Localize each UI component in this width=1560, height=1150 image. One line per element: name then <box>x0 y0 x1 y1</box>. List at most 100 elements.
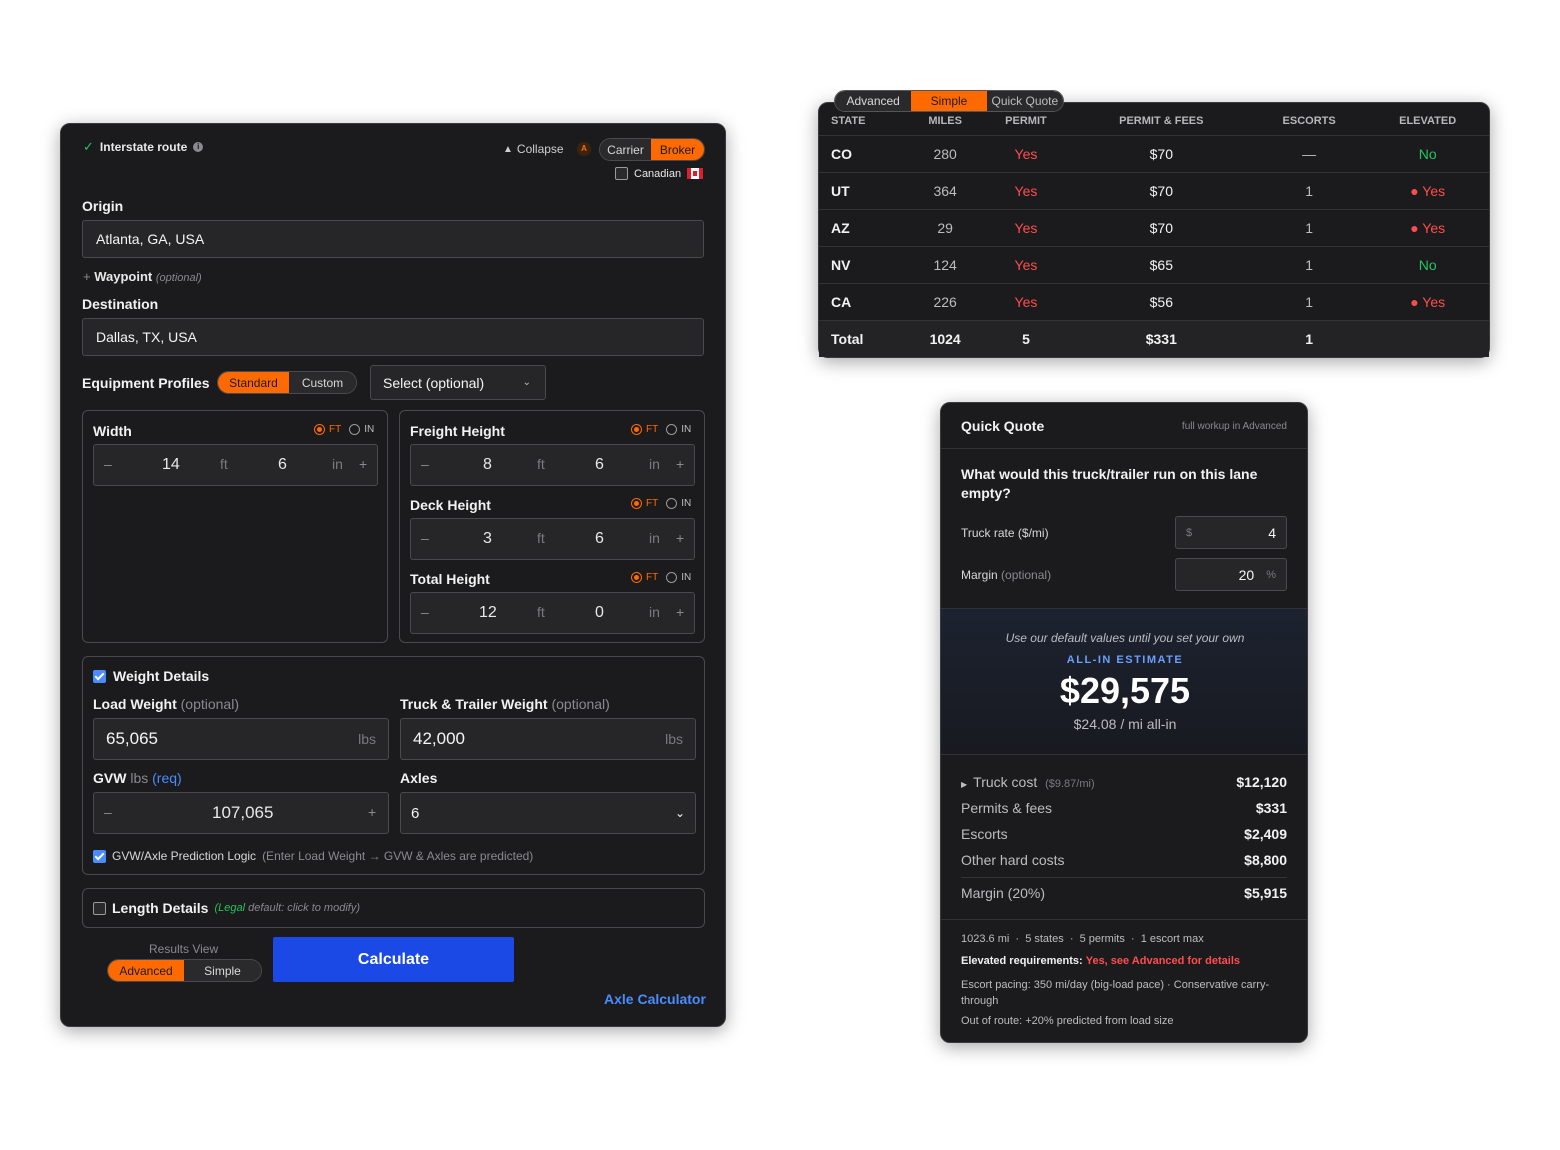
simple-option[interactable]: Simple <box>184 960 261 981</box>
total-height-stepper[interactable]: – 12 ft 0 in + <box>410 592 695 634</box>
out-of-route: Out of route: +20% predicted from load s… <box>961 1015 1174 1027</box>
decrement-button[interactable]: – <box>421 530 429 546</box>
canadian-checkbox[interactable]: Canadian <box>615 167 704 180</box>
escort-pacing: Escort pacing: 350 mi/day (big-load pace… <box>961 979 1270 1007</box>
radio-ft[interactable] <box>631 572 642 583</box>
weight-details-box: Weight Details Load Weight (optional) Tr… <box>82 656 705 875</box>
prediction-check[interactable] <box>93 849 106 863</box>
advanced-option[interactable]: Advanced <box>108 960 184 981</box>
decrement-button[interactable]: – <box>421 604 429 620</box>
increment-button[interactable]: + <box>368 804 376 820</box>
chevron-down-icon: ⌄ <box>522 377 531 388</box>
add-waypoint-button[interactable]: + Waypoint (optional) <box>83 269 202 284</box>
radio-ft[interactable] <box>631 498 642 509</box>
per-mile-value: $24.08 / mi all-in <box>1073 716 1177 732</box>
length-details-box[interactable]: Length Details (Legal default: click to … <box>82 888 705 928</box>
deck-in-input[interactable]: 6 <box>595 530 604 548</box>
advanced-mode[interactable]: Advanced <box>835 91 912 111</box>
margin-row: Margin (20%) $5,915 <box>961 885 1287 901</box>
radio-in[interactable] <box>349 424 361 435</box>
table-row: CO 280 Yes $70 — No <box>819 134 1489 172</box>
canadian-check[interactable] <box>615 167 628 180</box>
deck-height-label: Deck Height <box>410 497 491 513</box>
margin-input[interactable]: 20 % <box>1175 558 1287 591</box>
truck-rate-input[interactable]: $ 4 <box>1175 516 1287 549</box>
weight-details-check[interactable] <box>93 669 106 683</box>
destination-input[interactable]: Dallas, TX, USA <box>82 318 704 356</box>
interstate-route: ✓ Interstate route i <box>83 139 204 155</box>
radio-ft[interactable] <box>631 424 642 435</box>
length-details-toggle[interactable]: Length Details (Legal default: click to … <box>93 900 360 916</box>
equipment-profiles-label: Equipment Profiles <box>82 375 210 391</box>
profile-toggle[interactable]: Standard Custom <box>217 371 357 394</box>
radio-ft[interactable] <box>314 424 325 435</box>
quick-quote-mode[interactable]: Quick Quote <box>986 91 1063 111</box>
increment-button[interactable]: + <box>359 456 367 472</box>
width-box: Width FT IN – 14 ft 6 in + <box>82 410 388 643</box>
quick-quote-panel: Quick Quote full workup in Advanced What… <box>940 402 1308 1043</box>
total-ft-input[interactable]: 12 <box>479 604 497 622</box>
gvw-label: GVW lbs (req) <box>93 770 182 786</box>
deck-height-stepper[interactable]: – 3 ft 6 in + <box>410 518 695 560</box>
simple-mode[interactable]: Simple <box>911 91 987 111</box>
broker-option[interactable]: Broker <box>651 139 704 160</box>
freight-ft-input[interactable]: 8 <box>483 456 492 474</box>
decrement-button[interactable]: – <box>104 804 112 820</box>
weight-details-toggle[interactable]: Weight Details <box>93 668 209 684</box>
deck-ft-input[interactable]: 3 <box>483 530 492 548</box>
width-stepper[interactable]: – 14 ft 6 in + <box>93 444 378 486</box>
increment-button[interactable]: + <box>676 604 684 620</box>
prediction-logic-toggle[interactable]: GVW/Axle Prediction Logic (Enter Load We… <box>93 849 533 863</box>
table-row: UT 364 Yes $70 1 ● Yes <box>819 171 1489 209</box>
check-icon: ✓ <box>83 139 94 154</box>
custom-option[interactable]: Custom <box>288 372 356 393</box>
carrier-option[interactable]: Carrier <box>600 139 652 160</box>
destination-label: Destination <box>82 296 159 312</box>
freight-height-stepper[interactable]: – 8 ft 6 in + <box>410 444 695 486</box>
permits-row: Permits & fees $331 <box>961 800 1287 816</box>
radio-in[interactable] <box>666 498 678 509</box>
increment-button[interactable]: + <box>676 456 684 472</box>
quote-question: What would this truck/trailer run on thi… <box>961 466 1258 501</box>
length-details-check[interactable] <box>93 901 106 915</box>
radio-in[interactable] <box>666 424 678 435</box>
truck-rate-label: Truck rate ($/mi) <box>961 526 1049 540</box>
total-in-input[interactable]: 0 <box>595 604 604 622</box>
table-row: AZ 29 Yes $70 1 ● Yes <box>819 208 1489 246</box>
width-in-input[interactable]: 6 <box>278 456 287 474</box>
freight-in-input[interactable]: 6 <box>595 456 604 474</box>
divider <box>941 448 1307 449</box>
role-toggle[interactable]: Carrier Broker <box>599 138 705 161</box>
radio-in[interactable] <box>666 572 678 583</box>
table-total-row: Total 1024 5 $331 1 <box>819 319 1489 357</box>
info-icon[interactable]: i <box>193 142 204 152</box>
axles-select[interactable]: 6 ⌄ <box>400 792 696 834</box>
gvw-input[interactable]: 107,065 <box>212 803 273 823</box>
gvw-stepper[interactable]: – 107,065 + <box>93 792 389 834</box>
calculate-button[interactable]: Calculate <box>273 937 514 982</box>
collapse-button[interactable]: ▲ Collapse <box>503 142 564 156</box>
truck-cost-row[interactable]: ▶ Truck cost ($9.87/mi) $12,120 <box>961 774 1287 790</box>
deck-height-unit-select[interactable]: FT IN <box>631 498 691 509</box>
load-weight-input[interactable]: 65,065 lbs <box>93 718 389 760</box>
freight-height-label: Freight Height <box>410 423 505 439</box>
freight-height-unit-select[interactable]: FT IN <box>631 424 691 435</box>
view-mode-toggle[interactable]: Advanced Simple Quick Quote <box>834 90 1064 112</box>
col-elevated: ELEVATED <box>1399 114 1457 127</box>
axle-calculator-link[interactable]: Axle Calculator <box>604 991 706 1007</box>
decrement-button[interactable]: – <box>421 456 429 472</box>
other-costs-row: Other hard costs $8,800 <box>961 852 1287 868</box>
width-unit-select[interactable]: FT IN <box>314 424 374 435</box>
results-view-toggle[interactable]: Advanced Simple <box>107 959 262 982</box>
origin-input[interactable]: Atlanta, GA, USA <box>82 220 704 258</box>
total-height-label: Total Height <box>410 571 490 587</box>
standard-option[interactable]: Standard <box>218 372 289 393</box>
decrement-button[interactable]: – <box>104 456 112 472</box>
status-badge: A <box>577 142 591 156</box>
width-ft-input[interactable]: 14 <box>162 456 180 474</box>
plus-icon: + <box>83 269 91 284</box>
increment-button[interactable]: + <box>676 530 684 546</box>
truck-weight-input[interactable]: 42,000 lbs <box>400 718 696 760</box>
total-height-unit-select[interactable]: FT IN <box>631 572 691 583</box>
equipment-select[interactable]: Select (optional) ⌄ <box>370 365 546 400</box>
